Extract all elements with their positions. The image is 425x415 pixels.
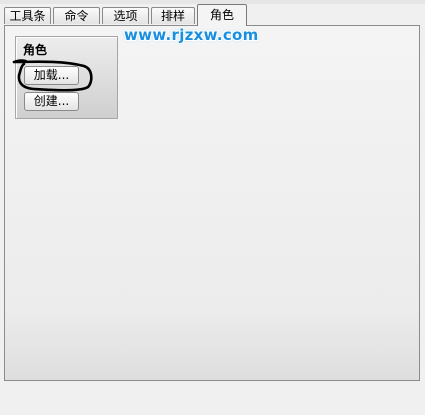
roles-group-title: 角色 — [23, 43, 48, 57]
tab-nesting[interactable]: 排样 — [151, 7, 195, 24]
load-role-button[interactable]: 加载... — [24, 66, 79, 85]
roles-group: 角色 加载... 创建... — [15, 36, 118, 119]
tab-commands[interactable]: 命令 — [53, 7, 100, 24]
site-watermark: www.rjzxw.com — [124, 26, 259, 44]
tab-options[interactable]: 选项 — [102, 7, 149, 24]
tab-content-panel: 角色 加载... 创建... — [4, 25, 420, 381]
tab-roles[interactable]: 角色 — [197, 4, 247, 26]
tab-toolbar[interactable]: 工具条 — [4, 7, 51, 24]
create-role-button[interactable]: 创建... — [24, 92, 79, 111]
tab-strip: 工具条 命令 选项 排样 角色 — [4, 4, 420, 26]
